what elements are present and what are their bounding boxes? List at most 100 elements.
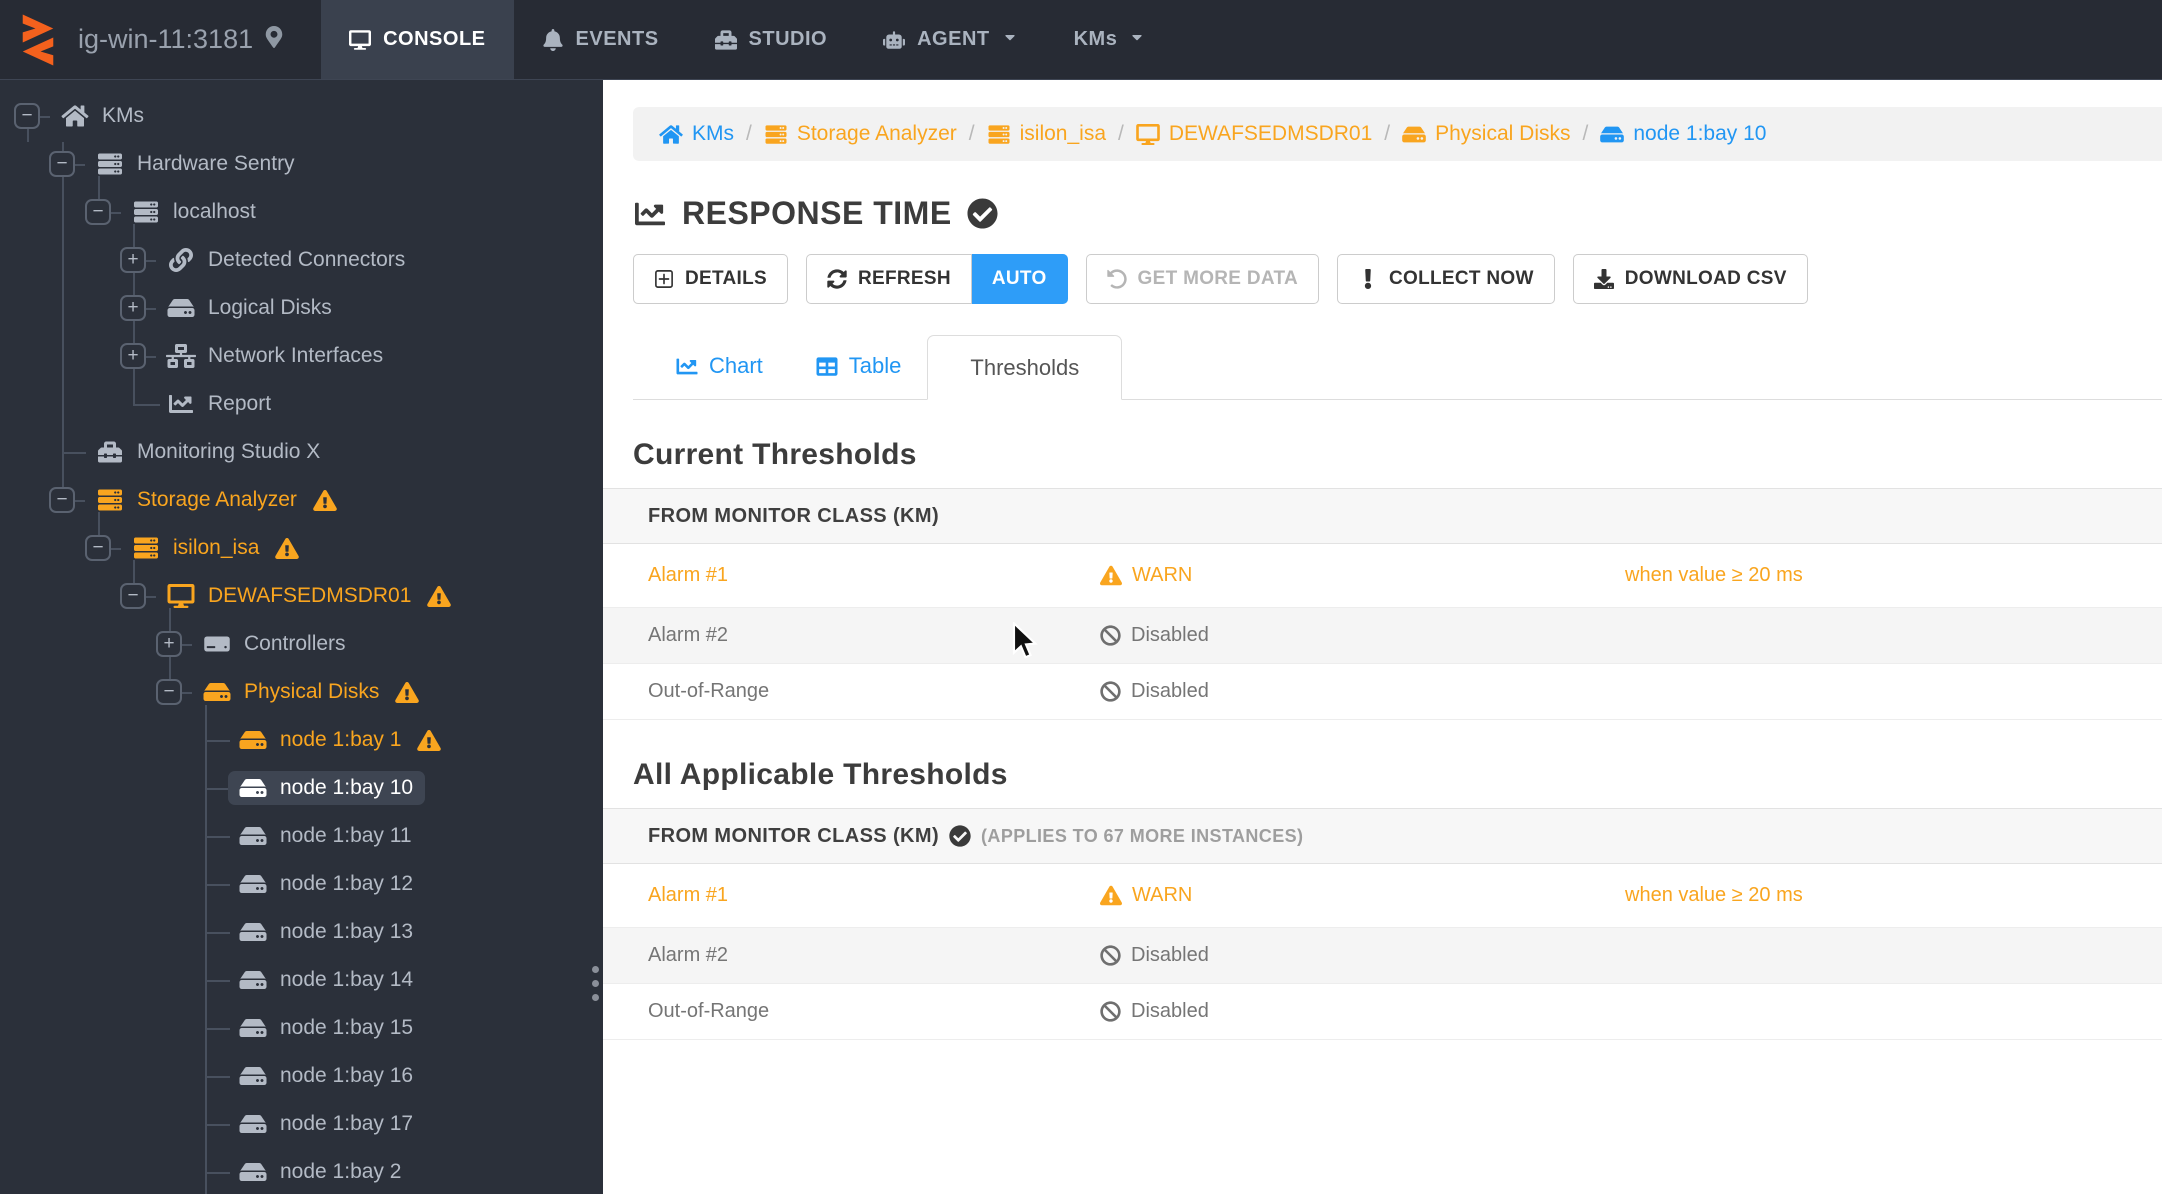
tab-thresholds[interactable]: Thresholds (927, 335, 1123, 400)
nav-item-kms[interactable]: KMs (1046, 0, 1174, 79)
tab-chart[interactable]: Chart (649, 353, 789, 399)
threshold-status: WARN (1100, 564, 1625, 587)
download-csv-button[interactable]: DOWNLOAD CSV (1572, 254, 1808, 304)
tree-expander-collapse[interactable]: − (14, 103, 50, 129)
details-button[interactable]: DETAILS (633, 254, 788, 304)
sentry-logo[interactable] (0, 0, 78, 79)
desktop-icon (167, 584, 195, 608)
tree-item-node-1-bay-14[interactable]: node 1:bay 14 (0, 956, 603, 1004)
nav-item-studio[interactable]: STUDIO (687, 0, 856, 79)
tree-item-node-1-bay-13[interactable]: node 1:bay 13 (0, 908, 603, 956)
tree-item-label: isilon_isa (173, 536, 260, 559)
sidebar-resize-grip[interactable] (592, 966, 599, 1001)
tree-item-localhost[interactable]: − localhost (0, 188, 603, 236)
desktop-icon (349, 29, 372, 50)
warning-triangle-icon (391, 681, 420, 703)
tree-item-network-interfaces[interactable]: + Network Interfaces (0, 332, 603, 380)
tree-expander-collapse[interactable]: − (85, 535, 121, 561)
tree-expander-collapse[interactable]: − (49, 487, 85, 513)
nav-item-agent[interactable]: AGENT (855, 0, 1046, 79)
tree-item-node-1-bay-12[interactable]: node 1:bay 12 (0, 860, 603, 908)
hdd-icon (239, 827, 267, 845)
hdd-icon (167, 299, 195, 317)
plus-square-icon (655, 270, 673, 288)
hdd-icon (238, 1064, 268, 1088)
breadcrumb-item-kms[interactable]: KMs (659, 122, 734, 146)
tree-item-monitoring-studio-x[interactable]: Monitoring Studio X (0, 428, 603, 476)
tree-expander-collapse[interactable]: − (49, 151, 85, 177)
location-pin-icon[interactable] (263, 24, 285, 55)
breadcrumb-item-storage-analyzer[interactable]: Storage Analyzer (764, 122, 957, 146)
table-header-label: FROM MONITOR CLASS (KM) (648, 824, 940, 847)
breadcrumb-item-dewafsedmsdr01[interactable]: DEWAFSEDMSDR01 (1136, 122, 1372, 146)
robot-icon (883, 30, 906, 49)
tree-item-kms[interactable]: − KMs (0, 92, 603, 140)
tree-item-node-1-bay-10[interactable]: node 1:bay 10 (0, 764, 603, 812)
button-label: DOWNLOAD CSV (1624, 268, 1787, 289)
tree-item-node-1-bay-1[interactable]: node 1:bay 1 (0, 716, 603, 764)
tree-item-node-1-bay-2[interactable]: node 1:bay 2 (0, 1148, 603, 1194)
warn-icon (417, 729, 442, 751)
get-more-data-button[interactable]: GET MORE DATA (1085, 254, 1320, 304)
tree-item-physical-disks[interactable]: − Physical Disks (0, 668, 603, 716)
breadcrumb-item-isilon-isa[interactable]: isilon_isa (987, 122, 1106, 146)
breadcrumb-item-node-1-bay-10[interactable]: node 1:bay 10 (1600, 122, 1766, 146)
tree-expander-expand[interactable]: + (120, 295, 156, 321)
refresh-button[interactable]: REFRESH (805, 254, 972, 304)
collect-now-button[interactable]: COLLECT NOW (1337, 254, 1555, 304)
tree-expander-expand[interactable]: + (156, 631, 192, 657)
tree-item-label: KMs (102, 104, 144, 127)
tree-item-logical-disks[interactable]: + Logical Disks (0, 284, 603, 332)
server-icon (95, 152, 125, 176)
tree-item-node-1-bay-15[interactable]: node 1:bay 15 (0, 1004, 603, 1052)
chart-icon (169, 395, 193, 413)
sidebar: − KMs − Hardware Sentry − localhost + Detected … (0, 80, 603, 1194)
tree-expander-expand[interactable]: + (120, 247, 156, 273)
tab-label: Thresholds (970, 354, 1080, 380)
server-icon (765, 124, 787, 144)
hdd-icon (202, 680, 232, 704)
hdd-icon (238, 1112, 268, 1136)
breadcrumb-separator: / (1384, 122, 1391, 145)
tab-table[interactable]: Table (789, 353, 928, 399)
navbar-items: CONSOLE EVENTS STUDIO AGENT KMs (321, 0, 1173, 79)
threshold-status-label: Disabled (1131, 1000, 1209, 1022)
hdd-icon (239, 1067, 267, 1085)
nav-item-events[interactable]: EVENTS (514, 0, 687, 79)
server-icon (134, 537, 158, 559)
tree-item-report[interactable]: Report (0, 380, 603, 428)
button-label: REFRESH (857, 268, 951, 289)
tree-expander-collapse[interactable]: − (156, 679, 192, 705)
tree-item-dewafsedmsdr01[interactable]: − DEWAFSEDMSDR01 (0, 572, 603, 620)
hdd-icon (239, 731, 267, 749)
nav-item-console[interactable]: CONSOLE (321, 0, 514, 79)
ban-icon (1100, 681, 1121, 702)
hdd-icon (1600, 126, 1625, 142)
network-icon (166, 344, 196, 368)
threshold-name: Alarm #2 (648, 624, 729, 646)
tree-item-controllers[interactable]: + Controllers (0, 620, 603, 668)
threshold-row: Out-of-Range Disabled (603, 984, 2162, 1040)
tree-item-detected-connectors[interactable]: + Detected Connectors (0, 236, 603, 284)
tab-label: Table (848, 353, 902, 378)
tree-expander-collapse[interactable]: − (120, 583, 156, 609)
tree-item-storage-analyzer[interactable]: − Storage Analyzer (0, 476, 603, 524)
tree-item-node-1-bay-17[interactable]: node 1:bay 17 (0, 1100, 603, 1148)
breadcrumb-item-physical-disks[interactable]: Physical Disks (1402, 122, 1571, 146)
tree-item-node-1-bay-16[interactable]: node 1:bay 16 (0, 1052, 603, 1100)
breadcrumb: KMs / Storage Analyzer / isilon_isa / DEWAFSED… (633, 107, 2162, 161)
breadcrumb-label: isilon_isa (1019, 122, 1107, 145)
auto-button[interactable]: AUTO (971, 254, 1068, 304)
home-icon (60, 104, 90, 128)
caret-icon (1132, 35, 1142, 41)
tree-expander-expand[interactable]: + (120, 343, 156, 369)
tree-item-node-1-bay-11[interactable]: node 1:bay 11 (0, 812, 603, 860)
server-icon (95, 488, 125, 512)
tree-item-hardware-sentry[interactable]: − Hardware Sentry (0, 140, 603, 188)
hostname-label: ig-win-11:3181 (78, 24, 254, 54)
tree-expander-collapse[interactable]: − (85, 199, 121, 225)
tree-item-isilon-isa[interactable]: − isilon_isa (0, 524, 603, 572)
exclam-icon (1364, 269, 1372, 289)
threshold-name: Out-of-Range (648, 680, 770, 702)
breadcrumb-separator: / (968, 122, 975, 145)
